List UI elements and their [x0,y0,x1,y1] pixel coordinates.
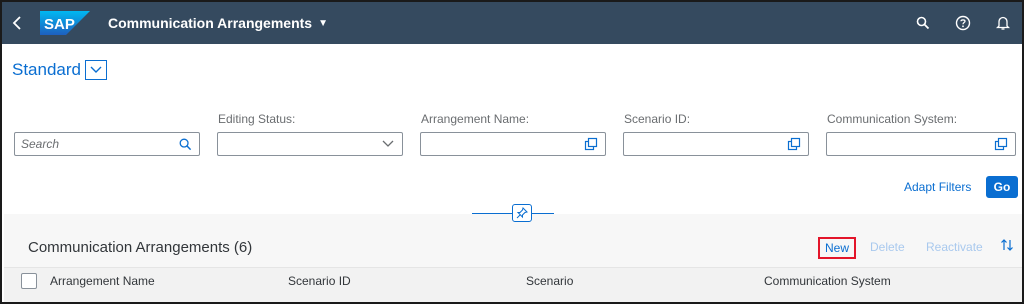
value-help-icon[interactable] [993,136,1009,152]
search-icon[interactable] [914,14,932,32]
bell-icon[interactable] [994,14,1012,32]
app-title-menu[interactable]: Communication Arrangements ▼ [108,15,328,31]
column-header-arrangement-name[interactable]: Arrangement Name [50,274,155,288]
column-header-scenario[interactable]: Scenario [526,274,573,288]
arrangement-name-field[interactable] [420,132,606,156]
column-header-scenario-id[interactable]: Scenario ID [288,274,351,288]
logo-text: SAP [44,16,75,33]
value-help-icon[interactable] [786,136,802,152]
search-icon[interactable] [177,136,193,152]
arrangement-name-label: Arrangement Name: [421,112,530,126]
table-title: Communication Arrangements (6) [28,239,253,256]
chevron-down-icon[interactable] [380,136,396,152]
search-placeholder: Search [21,137,60,151]
adapt-filters-button[interactable]: Adapt Filters [904,180,971,194]
help-icon[interactable] [954,14,972,32]
variant-title[interactable]: Standard [12,60,81,80]
sort-icon[interactable] [1000,238,1014,255]
communication-system-field[interactable] [826,132,1016,156]
new-button[interactable]: New [818,237,856,259]
column-header-communication-system[interactable]: Communication System [764,274,891,288]
editing-status-select[interactable] [217,132,403,156]
shell-bar: SAP Communication Arrangements ▼ [2,2,1022,44]
select-all-checkbox[interactable] [21,273,37,289]
pin-icon[interactable] [512,204,532,222]
app-title: Communication Arrangements [108,15,313,31]
delete-button[interactable]: Delete [870,240,905,254]
caret-down-icon: ▼ [318,17,328,29]
editing-status-label: Editing Status: [218,112,296,126]
sap-logo[interactable]: SAP [40,11,90,35]
scenario-id-field[interactable] [623,132,809,156]
chevron-down-icon[interactable] [85,60,107,80]
back-icon[interactable] [2,2,32,44]
value-help-icon[interactable] [583,136,599,152]
reactivate-button[interactable]: Reactivate [926,240,983,254]
go-button[interactable]: Go [986,176,1018,198]
search-input[interactable]: Search [14,132,200,156]
communication-system-label: Communication System: [827,112,958,126]
scenario-id-label: Scenario ID: [624,112,691,126]
variant-selector: Standard [12,60,107,80]
window-frame: SAP Communication Arrangements ▼ Standar… [0,0,1024,304]
